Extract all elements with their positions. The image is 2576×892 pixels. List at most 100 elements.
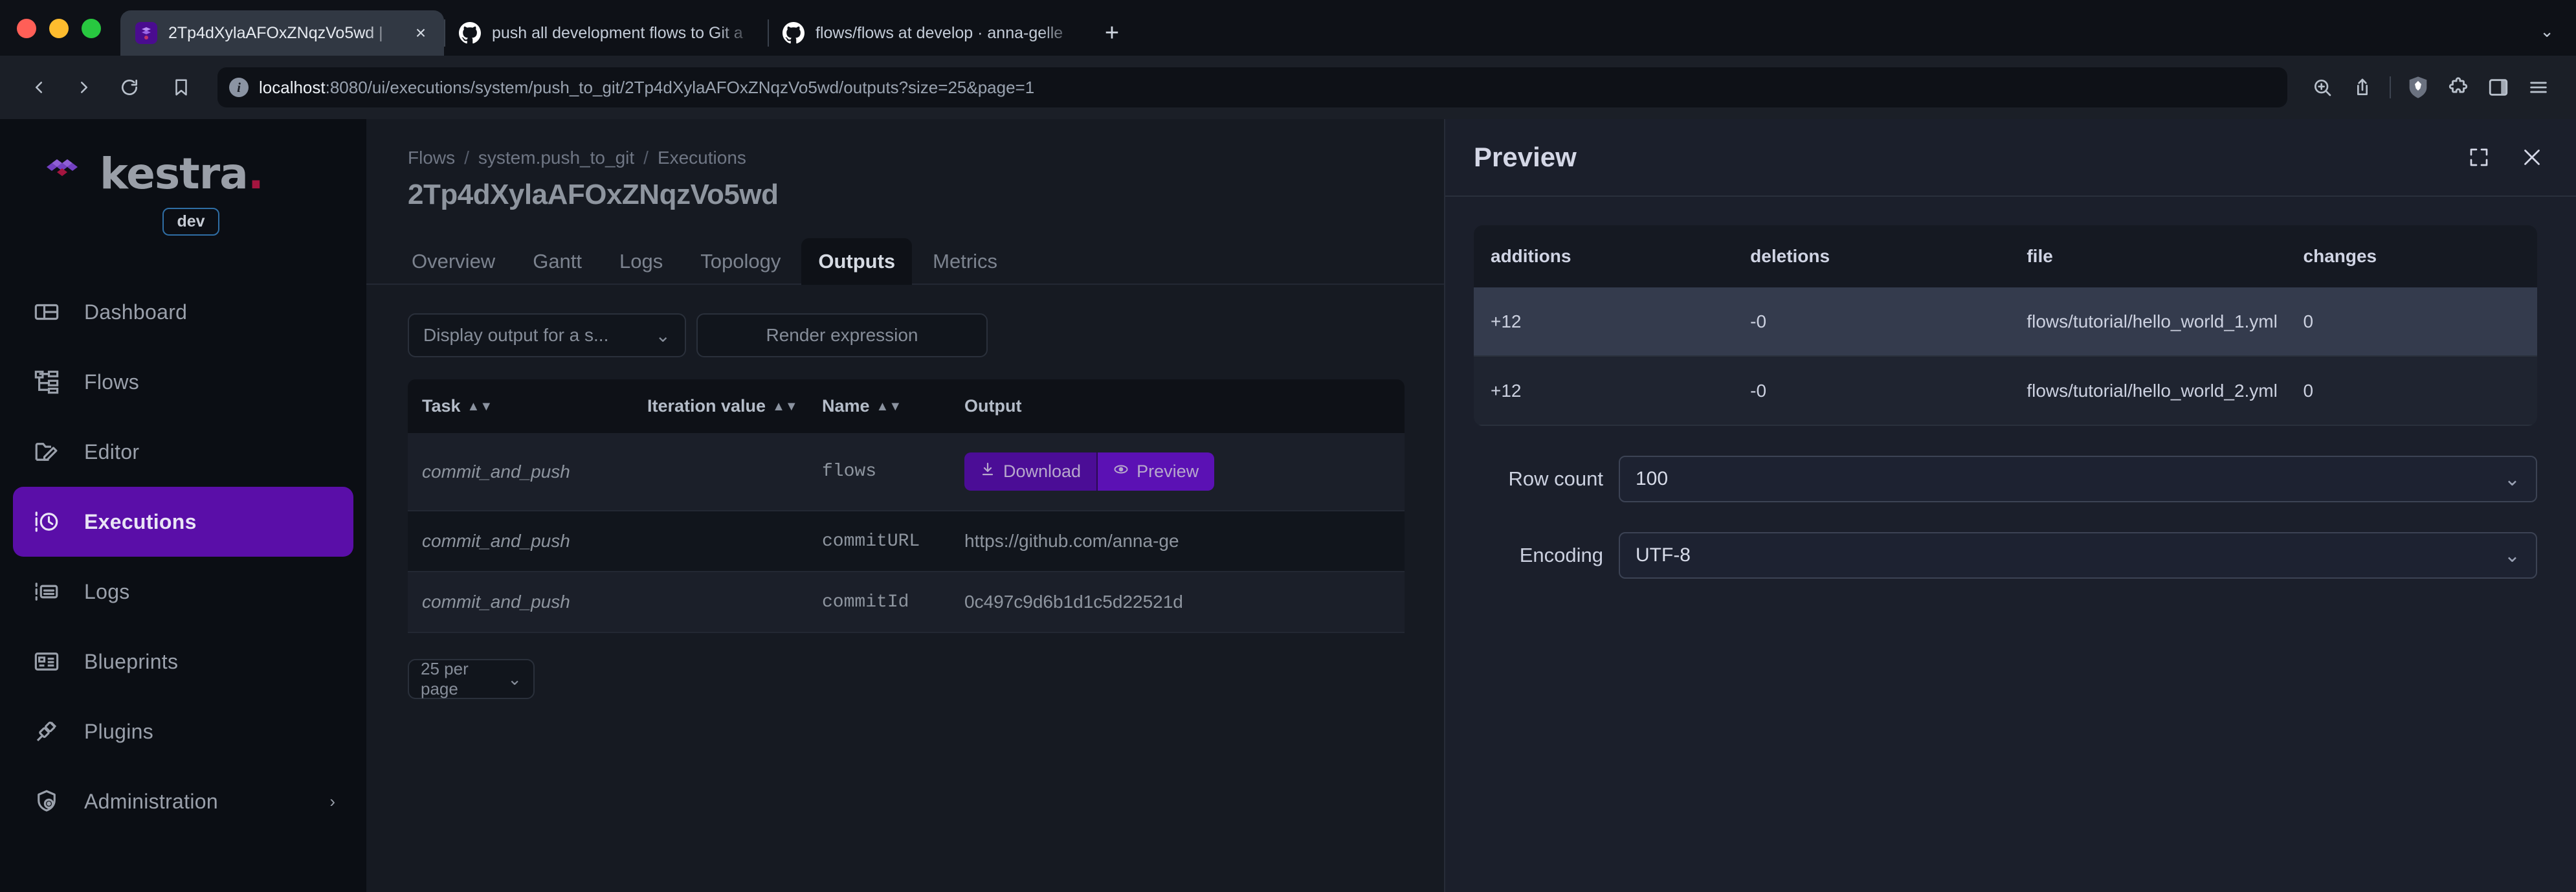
cell-output: 0c497c9d6b1d1c5d22521d bbox=[964, 572, 1405, 632]
logo-word: kestra bbox=[100, 149, 248, 199]
sidebar-item-label: Flows bbox=[84, 370, 139, 394]
env-badge[interactable]: dev bbox=[162, 208, 219, 236]
browser-window: 2Tp4dXylaAFOxZNqzVo5wd | × push all deve… bbox=[0, 0, 2576, 892]
row-count-select[interactable]: 100 ⌄ bbox=[1619, 456, 2537, 502]
brave-shield-icon[interactable] bbox=[2400, 69, 2436, 106]
github-icon bbox=[782, 21, 805, 45]
column-header-output: Output bbox=[964, 379, 1405, 433]
preview-cell-changes: 0 bbox=[2304, 356, 2537, 425]
new-tab-button[interactable]: + bbox=[1091, 10, 1133, 56]
back-icon[interactable] bbox=[19, 68, 58, 107]
table-header-row: Task▲▼ Iteration value▲▼ Name ▲▼ Output bbox=[408, 379, 1405, 433]
preview-column-additions: additions bbox=[1474, 225, 1750, 287]
cell-task: commit_and_push bbox=[408, 572, 647, 632]
sort-icon[interactable]: ▲▼ bbox=[467, 399, 493, 414]
render-expression-button[interactable]: Render expression bbox=[696, 313, 988, 357]
tab-logs[interactable]: Logs bbox=[603, 238, 680, 285]
tab-overview[interactable]: Overview bbox=[395, 238, 512, 285]
table-row[interactable]: commit_and_push commitURL https://github… bbox=[408, 511, 1405, 572]
tab-title: push all development flows to Git a bbox=[492, 24, 756, 43]
sidebar-item-executions[interactable]: Executions bbox=[13, 487, 353, 557]
minimize-window-button[interactable] bbox=[49, 19, 69, 38]
column-header-name[interactable]: Name ▲▼ bbox=[822, 379, 964, 433]
per-page-select[interactable]: 25 per page ⌄ bbox=[408, 659, 535, 699]
sidebar-item-flows[interactable]: Flows bbox=[13, 347, 353, 417]
preview-button[interactable]: Preview bbox=[1096, 452, 1214, 491]
flows-icon bbox=[31, 366, 62, 397]
kestra-logo-icon bbox=[39, 154, 85, 194]
tab-metrics[interactable]: Metrics bbox=[916, 238, 1014, 285]
address-bar[interactable]: i localhost:8080/ui/executions/system/pu… bbox=[217, 67, 2287, 107]
per-page-label: 25 per page bbox=[421, 659, 507, 699]
kestra-logo[interactable]: kestra. bbox=[0, 137, 366, 199]
table-row[interactable]: commit_and_push commitId 0c497c9d6b1d1c5… bbox=[408, 572, 1405, 632]
sidebar-item-dashboard[interactable]: Dashboard bbox=[13, 277, 353, 347]
reload-icon[interactable] bbox=[110, 68, 149, 107]
bookmark-icon[interactable] bbox=[162, 68, 201, 107]
browser-tab-0[interactable]: 2Tp4dXylaAFOxZNqzVo5wd | × bbox=[120, 10, 444, 56]
preview-cell-additions: +12 bbox=[1474, 287, 1750, 356]
site-info-icon[interactable]: i bbox=[229, 78, 249, 97]
preview-table: additions deletions file changes +12 -0 … bbox=[1474, 225, 2537, 426]
tab-close-icon[interactable]: × bbox=[409, 21, 432, 45]
cell-task: commit_and_push bbox=[408, 433, 647, 511]
page-content: kestra. dev Dashboard Flows bbox=[0, 119, 2576, 892]
sidebar-item-label: Administration bbox=[84, 790, 218, 814]
encoding-select[interactable]: UTF-8 ⌄ bbox=[1619, 532, 2537, 579]
browser-tab-2[interactable]: flows/flows at develop · anna-gelle bbox=[768, 10, 1091, 56]
table-row[interactable]: commit_and_push flows bbox=[408, 433, 1405, 511]
preview-header: Preview bbox=[1445, 119, 2576, 197]
github-icon bbox=[458, 21, 482, 45]
chevron-down-icon[interactable]: ⌄ bbox=[2540, 21, 2554, 41]
preview-label: Preview bbox=[1137, 462, 1199, 482]
blueprints-icon bbox=[31, 646, 62, 677]
app-sidebar: kestra. dev Dashboard Flows bbox=[0, 119, 366, 892]
browser-tab-1[interactable]: push all development flows to Git a bbox=[444, 10, 768, 56]
close-window-button[interactable] bbox=[17, 19, 36, 38]
expand-icon[interactable] bbox=[2463, 142, 2494, 173]
breadcrumb-namespace[interactable]: system.push_to_git bbox=[478, 148, 634, 168]
sort-icon[interactable]: ▲▼ bbox=[772, 399, 798, 414]
sidebar-panel-icon[interactable] bbox=[2480, 69, 2516, 106]
sidebar-item-label: Executions bbox=[84, 510, 197, 534]
sidebar-item-administration[interactable]: Administration › bbox=[13, 766, 353, 836]
sort-icon[interactable]: ▲▼ bbox=[876, 399, 902, 414]
sidebar-item-label: Editor bbox=[84, 440, 139, 464]
forward-icon[interactable] bbox=[65, 68, 104, 107]
plugins-icon bbox=[31, 716, 62, 747]
main-content: Flows / system.push_to_git / Executions … bbox=[366, 119, 2576, 892]
browser-toolbar: i localhost:8080/ui/executions/system/pu… bbox=[0, 56, 2576, 119]
share-icon[interactable] bbox=[2344, 69, 2381, 106]
sidebar-item-logs[interactable]: Logs bbox=[13, 557, 353, 627]
url-path: :8080/ui/executions/system/push_to_git/2… bbox=[326, 78, 1035, 97]
column-header-iteration-value[interactable]: Iteration value▲▼ bbox=[647, 379, 822, 433]
chevron-down-icon: ⌄ bbox=[2504, 544, 2520, 567]
display-output-select[interactable]: Display output for a s... ⌄ bbox=[408, 313, 686, 357]
tab-topology[interactable]: Topology bbox=[683, 238, 797, 285]
extensions-icon[interactable] bbox=[2440, 69, 2476, 106]
tab-gantt[interactable]: Gantt bbox=[516, 238, 599, 285]
sidebar-item-label: Plugins bbox=[84, 720, 153, 744]
sidebar-item-label: Logs bbox=[84, 580, 130, 604]
maximize-window-button[interactable] bbox=[82, 19, 101, 38]
sidebar-item-blueprints[interactable]: Blueprints bbox=[13, 627, 353, 697]
cell-task: commit_and_push bbox=[408, 511, 647, 572]
breadcrumb-flows[interactable]: Flows bbox=[408, 148, 455, 168]
toolbar-right-actions bbox=[2304, 69, 2557, 106]
preview-cell-file: flows/tutorial/hello_world_2.yml bbox=[2026, 356, 2303, 425]
download-button[interactable]: Download bbox=[964, 452, 1096, 491]
tab-outputs[interactable]: Outputs bbox=[801, 238, 912, 285]
encoding-label: Encoding bbox=[1474, 544, 1603, 567]
chevron-right-icon: › bbox=[329, 792, 335, 812]
cell-iteration bbox=[647, 572, 822, 632]
zoom-in-icon[interactable] bbox=[2304, 69, 2340, 106]
sidebar-item-plugins[interactable]: Plugins bbox=[13, 697, 353, 766]
cell-name: commitId bbox=[822, 572, 964, 632]
column-header-task[interactable]: Task▲▼ bbox=[408, 379, 647, 433]
breadcrumb-executions[interactable]: Executions bbox=[658, 148, 746, 168]
close-icon[interactable] bbox=[2516, 142, 2548, 173]
preview-column-changes: changes bbox=[2304, 225, 2537, 287]
menu-icon[interactable] bbox=[2520, 69, 2557, 106]
sidebar-item-editor[interactable]: Editor bbox=[13, 417, 353, 487]
column-label: Name bbox=[822, 396, 870, 416]
